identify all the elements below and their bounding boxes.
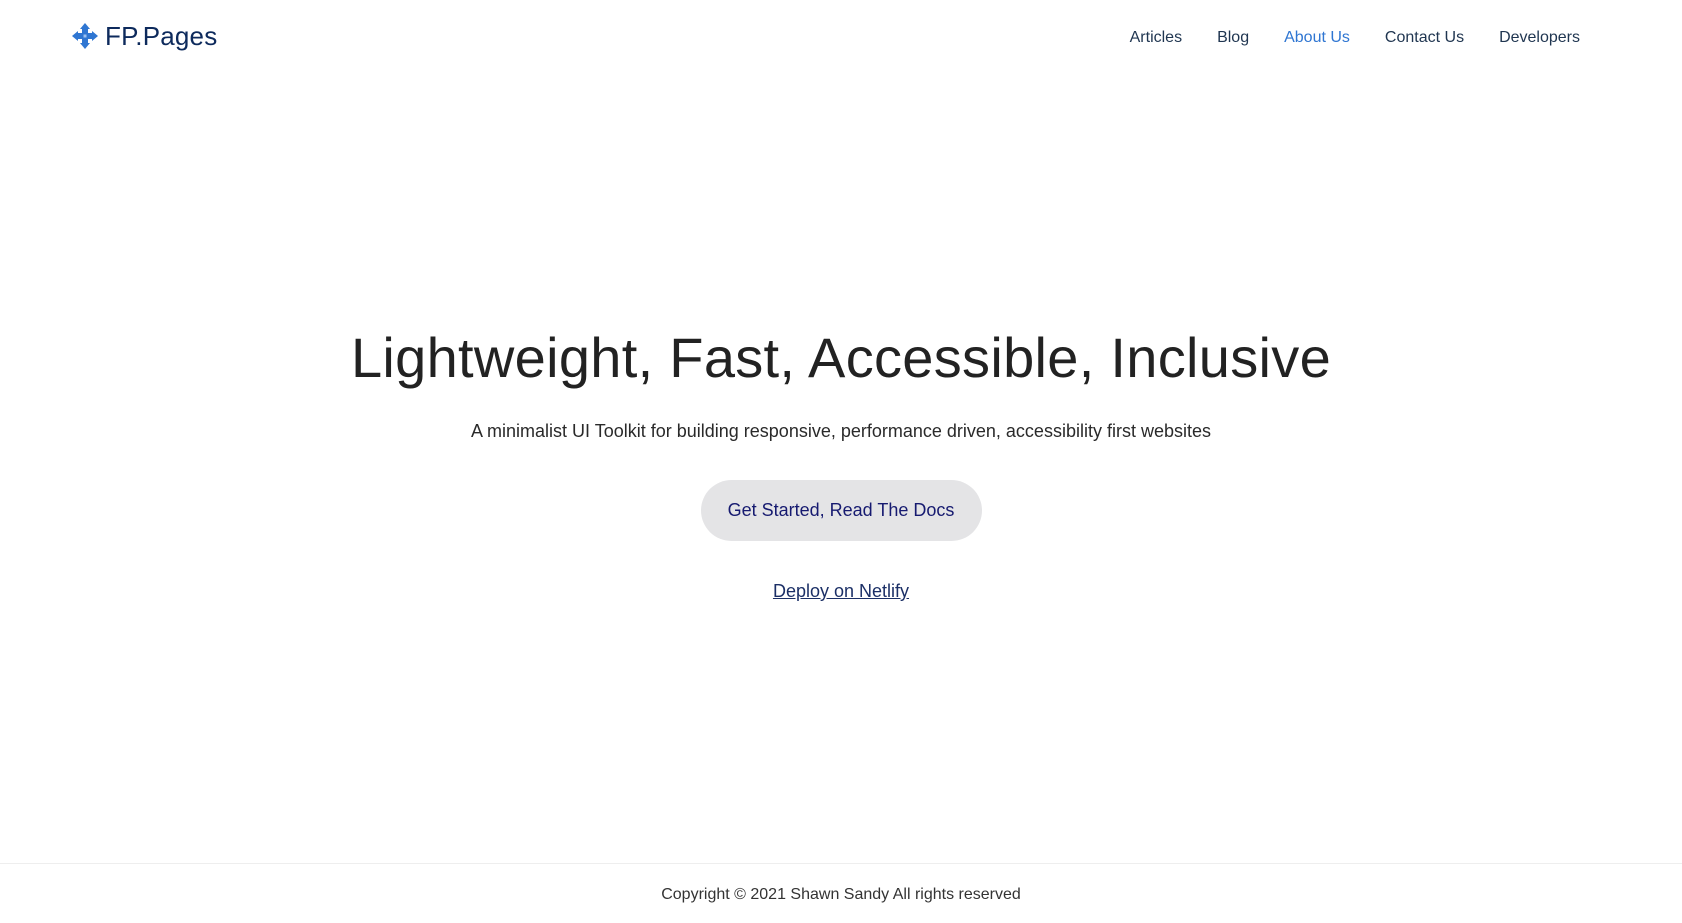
brand-logo-link[interactable]: FP.Pages	[71, 22, 217, 50]
hero-section: Lightweight, Fast, Accessible, Inclusive…	[0, 322, 1682, 604]
nav-link-blog[interactable]: Blog	[1217, 29, 1249, 46]
site-header: FP.Pages Articles Blog About Us Contact …	[0, 0, 1682, 76]
nav-item-articles: Articles	[1130, 27, 1182, 49]
deploy-netlify-link[interactable]: Deploy on Netlify	[773, 581, 909, 601]
nav-item-about-us: About Us	[1284, 27, 1350, 49]
nav-link-contact-us[interactable]: Contact Us	[1385, 29, 1464, 46]
nav-item-developers: Developers	[1499, 27, 1580, 49]
page: FP.Pages Articles Blog About Us Contact …	[0, 0, 1682, 923]
four-arrows-move-icon	[71, 22, 99, 50]
hero-subtitle: A minimalist UI Toolkit for building res…	[471, 421, 1211, 441]
brand-name: FP.Pages	[105, 21, 218, 51]
nav-link-articles[interactable]: Articles	[1130, 29, 1182, 46]
get-started-button[interactable]: Get Started, Read The Docs	[700, 480, 982, 541]
secondary-link-wrapper: Deploy on Netlify	[0, 578, 1682, 604]
nav-link-developers[interactable]: Developers	[1499, 29, 1580, 46]
site-footer: Copyright © 2021 Shawn Sandy All rights …	[0, 863, 1682, 923]
nav-item-contact-us: Contact Us	[1385, 27, 1464, 49]
copyright-text: Copyright © 2021 Shawn Sandy All rights …	[661, 886, 1021, 903]
hero-title: Lightweight, Fast, Accessible, Inclusive	[350, 326, 1332, 389]
nav-link-about-us[interactable]: About Us	[1284, 29, 1350, 46]
nav-list: Articles Blog About Us Contact Us Develo…	[1130, 27, 1580, 49]
nav-item-blog: Blog	[1217, 27, 1249, 49]
